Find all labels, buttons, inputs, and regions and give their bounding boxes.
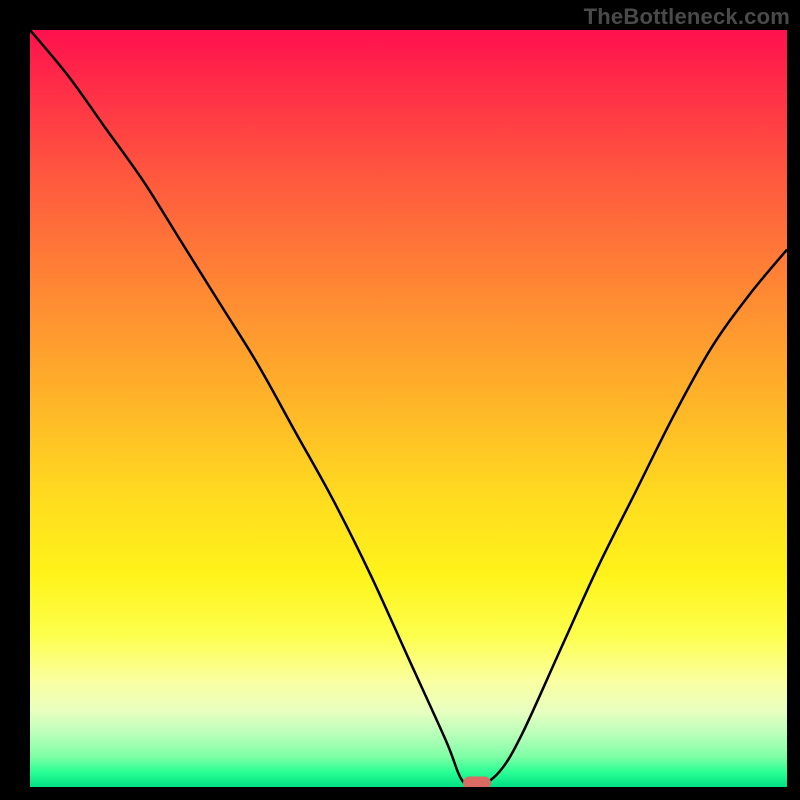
plot-area (30, 30, 787, 787)
watermark-text: TheBottleneck.com (584, 4, 790, 30)
optimal-marker (463, 777, 491, 788)
chart-frame: TheBottleneck.com (0, 0, 800, 800)
bottleneck-curve (30, 30, 787, 787)
curve-path (30, 30, 787, 787)
